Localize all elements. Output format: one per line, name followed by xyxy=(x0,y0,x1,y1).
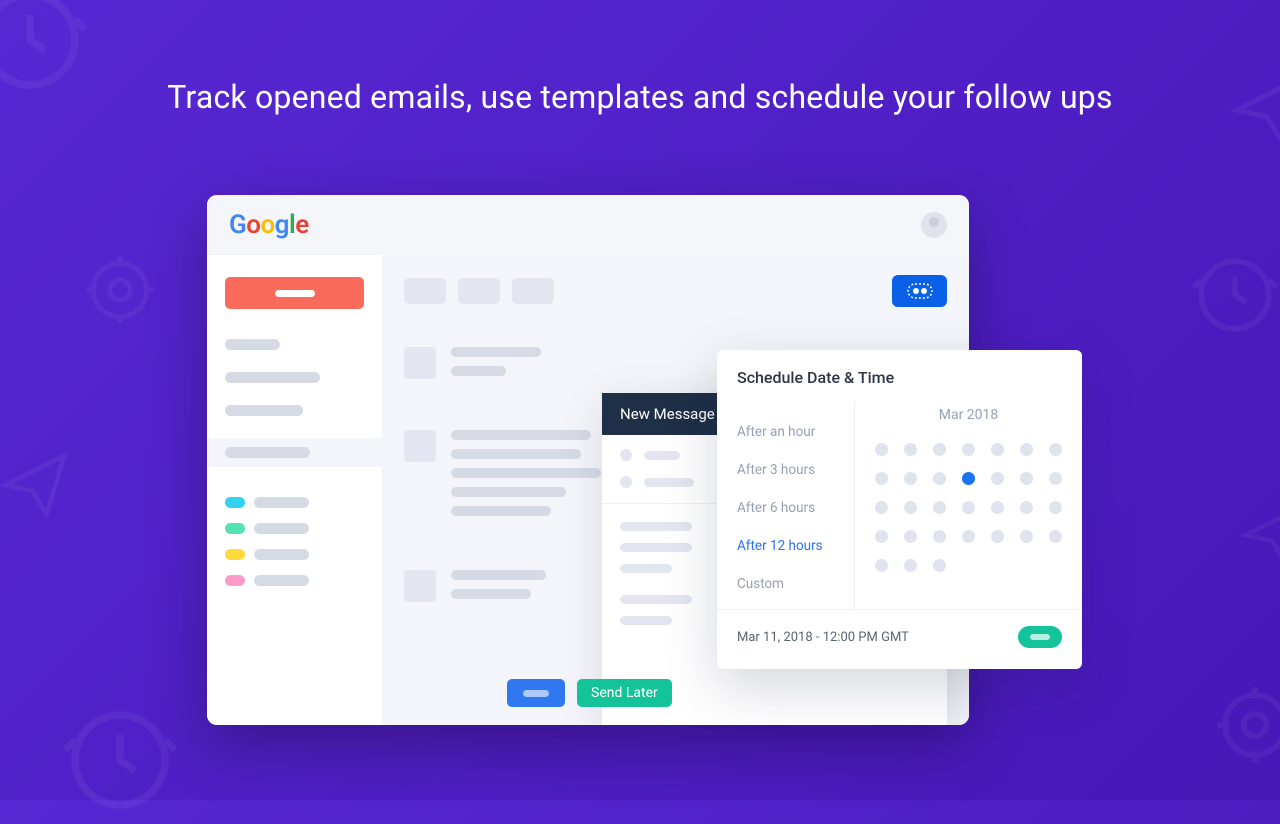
send-later-button[interactable]: Send Later xyxy=(577,679,672,707)
calendar-day[interactable] xyxy=(933,443,946,456)
toolbar-button[interactable] xyxy=(458,278,500,304)
tracking-badge[interactable] xyxy=(892,275,947,307)
sidebar-tag-item[interactable] xyxy=(225,575,364,586)
paper-plane-icon xyxy=(1240,500,1280,570)
schedule-popup: Schedule Date & Time After an hourAfter … xyxy=(717,350,1082,669)
calendar-day[interactable] xyxy=(1020,472,1033,485)
compose-body-placeholder[interactable] xyxy=(620,522,692,531)
calendar-day[interactable] xyxy=(1020,443,1033,456)
calendar-day[interactable] xyxy=(962,472,975,485)
calendar-day[interactable] xyxy=(1020,530,1033,543)
sidebar-item[interactable] xyxy=(225,372,364,383)
calendar-day[interactable] xyxy=(1049,472,1062,485)
google-logo: Google xyxy=(229,210,309,240)
calendar-day[interactable] xyxy=(875,472,888,485)
calendar-day[interactable] xyxy=(904,501,917,514)
toolbar-button[interactable] xyxy=(512,278,554,304)
calendar-grid xyxy=(875,443,1062,572)
calendar-day[interactable] xyxy=(1020,501,1033,514)
preset-option[interactable]: After 6 hours xyxy=(737,489,854,527)
calendar-day[interactable] xyxy=(933,472,946,485)
calendar-day[interactable] xyxy=(875,559,888,572)
calendar-day[interactable] xyxy=(991,501,1004,514)
calendar-day[interactable] xyxy=(904,559,917,572)
schedule-title: Schedule Date & Time xyxy=(717,350,1082,401)
calendar-day[interactable] xyxy=(991,530,1004,543)
calendar-day[interactable] xyxy=(875,530,888,543)
compose-button[interactable] xyxy=(225,277,364,309)
calendar-day[interactable] xyxy=(933,559,946,572)
preset-option[interactable]: After an hour xyxy=(737,413,854,451)
calendar-day[interactable] xyxy=(1049,501,1062,514)
sidebar-item[interactable] xyxy=(225,339,364,350)
target-icon xyxy=(1210,680,1280,770)
calendar-day[interactable] xyxy=(962,501,975,514)
toolbar xyxy=(404,275,947,307)
sidebar-tag-item[interactable] xyxy=(225,523,364,534)
confirm-schedule-button[interactable] xyxy=(1018,626,1062,648)
calendar-day[interactable] xyxy=(933,530,946,543)
calendar-day[interactable] xyxy=(875,501,888,514)
browser-header: Google xyxy=(207,195,969,255)
preset-list: After an hourAfter 3 hoursAfter 6 hoursA… xyxy=(737,401,855,609)
calendar-day[interactable] xyxy=(904,443,917,456)
calendar-day[interactable] xyxy=(991,472,1004,485)
paper-plane-icon xyxy=(0,450,70,520)
avatar[interactable] xyxy=(921,212,947,238)
headline: Track opened emails, use templates and s… xyxy=(0,0,1280,116)
calendar-title: Mar 2018 xyxy=(875,407,1062,423)
clock-icon xyxy=(1190,250,1280,340)
calendar-day[interactable] xyxy=(962,443,975,456)
calendar-day[interactable] xyxy=(991,443,1004,456)
selected-date: Mar 11, 2018 - 12:00 PM GMT xyxy=(737,630,909,645)
send-button[interactable] xyxy=(507,679,565,707)
calendar-day[interactable] xyxy=(875,443,888,456)
calendar-day[interactable] xyxy=(904,530,917,543)
preset-option[interactable]: After 3 hours xyxy=(737,451,854,489)
calendar-day[interactable] xyxy=(962,530,975,543)
sidebar-item-selected[interactable] xyxy=(207,438,382,467)
target-icon xyxy=(80,250,160,330)
sidebar-tag-item[interactable] xyxy=(225,549,364,560)
clock-icon xyxy=(60,700,180,820)
toolbar-button[interactable] xyxy=(404,278,446,304)
calendar-day[interactable] xyxy=(904,472,917,485)
preset-option[interactable]: After 12 hours xyxy=(737,527,854,565)
preset-option[interactable]: Custom xyxy=(737,565,854,603)
sidebar xyxy=(207,255,382,725)
sidebar-tag-item[interactable] xyxy=(225,497,364,508)
calendar-day[interactable] xyxy=(1049,530,1062,543)
calendar-day[interactable] xyxy=(933,501,946,514)
sidebar-item[interactable] xyxy=(225,405,364,416)
calendar-day[interactable] xyxy=(1049,443,1062,456)
